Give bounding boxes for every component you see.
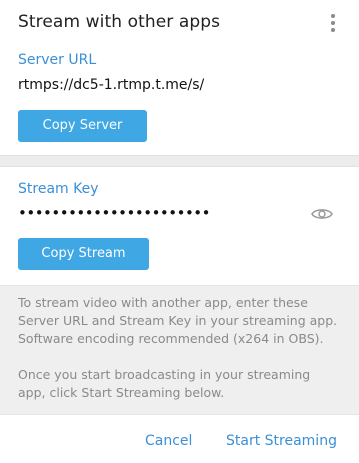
- dialog-title: Stream with other apps: [18, 12, 221, 32]
- section-divider: [0, 155, 359, 167]
- stream-key-value: •••••••••••••••••••••••: [18, 204, 211, 222]
- server-url-label: Server URL: [18, 52, 97, 68]
- start-streaming-button[interactable]: Start Streaming: [226, 433, 337, 449]
- info-box: To stream video with another app, enter …: [0, 285, 359, 415]
- cancel-button[interactable]: Cancel: [145, 433, 192, 449]
- stream-key-label: Stream Key: [18, 181, 99, 197]
- info-paragraph: Once you start broadcasting in your stre…: [18, 367, 311, 400]
- info-paragraph: To stream video with another app, enter …: [18, 295, 338, 346]
- eye-icon[interactable]: [311, 206, 333, 222]
- dialog-header: Stream with other apps: [0, 0, 359, 48]
- server-url-value: rtmps://dc5-1.rtmp.t.me/s/: [18, 77, 205, 93]
- copy-server-url-button[interactable]: Copy Server URL: [18, 110, 147, 165]
- copy-stream-key-button[interactable]: Copy Stream Key: [18, 238, 149, 293]
- more-vertical-icon[interactable]: [325, 14, 341, 34]
